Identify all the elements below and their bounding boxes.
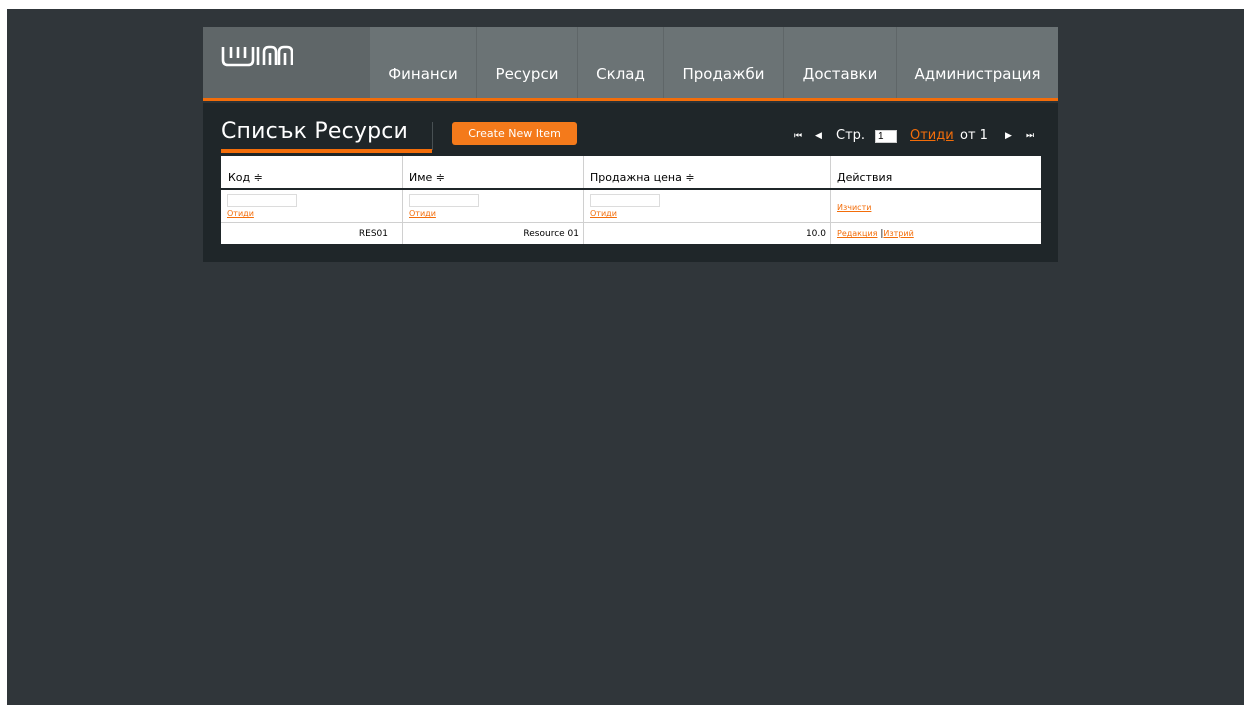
page-number-input[interactable] xyxy=(875,130,897,143)
nav-warehouse[interactable]: Склад xyxy=(577,27,663,98)
row-divider xyxy=(221,222,1041,223)
edit-link[interactable]: Редакция xyxy=(837,229,877,238)
cell-code: RES01 xyxy=(358,229,388,239)
logo-icon xyxy=(221,45,293,67)
cell-name: Resource 01 xyxy=(523,229,579,239)
price-filter-input[interactable] xyxy=(590,194,660,207)
name-filter-go-link[interactable]: Отиди xyxy=(409,209,436,218)
price-filter-go-link[interactable]: Отиди xyxy=(590,209,617,218)
nav-resources[interactable]: Ресурси xyxy=(476,27,577,98)
create-new-item-button[interactable]: Create New Item xyxy=(452,122,577,145)
column-header-actions: Действия xyxy=(837,171,893,184)
delete-link[interactable]: Изтрий xyxy=(883,229,913,238)
code-filter-go-link[interactable]: Отиди xyxy=(227,209,254,218)
header-divider xyxy=(221,188,1041,190)
title-underline xyxy=(221,149,432,153)
name-filter-input[interactable] xyxy=(409,194,479,207)
column-header-code[interactable]: Код ≑ xyxy=(228,171,263,184)
nav-sales[interactable]: Продажби xyxy=(663,27,783,98)
nav-administration[interactable]: Администрация xyxy=(896,27,1058,98)
page-count: от 1 xyxy=(960,128,988,143)
page-title: Списък Ресурси xyxy=(221,119,409,144)
page-label: Стр. xyxy=(836,128,866,143)
next-page-icon[interactable]: ▶ xyxy=(1005,131,1012,141)
page-background: Финанси Ресурси Склад Продажби Доставки … xyxy=(7,9,1244,705)
cell-price: 10.0 xyxy=(805,229,826,239)
top-navigation: Финанси Ресурси Склад Продажби Доставки … xyxy=(203,27,1058,98)
column-divider xyxy=(830,156,831,244)
code-filter-input[interactable] xyxy=(227,194,297,207)
column-header-price[interactable]: Продажна цена ≑ xyxy=(590,171,695,184)
go-to-page-link[interactable]: Отиди xyxy=(910,128,954,143)
title-separator xyxy=(432,122,433,150)
accent-bar xyxy=(203,98,1058,101)
last-page-icon[interactable]: ⏭ xyxy=(1026,131,1034,141)
resources-table: Код ≑ Име ≑ Продажна цена ≑ Действия Оти… xyxy=(221,156,1041,244)
prev-page-icon[interactable]: ◀ xyxy=(815,131,822,141)
logo[interactable] xyxy=(203,27,369,98)
nav-deliveries[interactable]: Доставки xyxy=(783,27,896,98)
column-header-name[interactable]: Име ≑ xyxy=(409,171,445,184)
first-page-icon[interactable]: ⏮ xyxy=(794,131,802,141)
column-divider xyxy=(402,156,403,244)
column-divider xyxy=(583,156,584,244)
clear-filters-link[interactable]: Изчисти xyxy=(837,203,871,212)
cell-actions: Редакция |Изтрий xyxy=(837,229,914,239)
nav-finance[interactable]: Финанси xyxy=(369,27,476,98)
app-frame: Финанси Ресурси Склад Продажби Доставки … xyxy=(203,27,1058,262)
